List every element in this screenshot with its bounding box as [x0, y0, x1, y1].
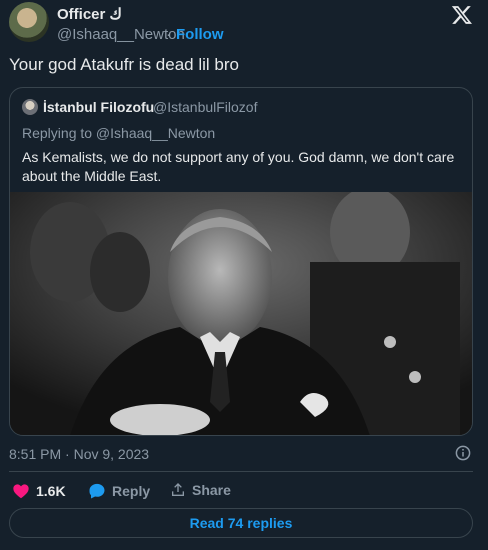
- share-icon: [172, 483, 184, 496]
- quoted-tweet-photo[interactable]: [10, 192, 472, 436]
- reply-bubble-icon: [89, 483, 105, 499]
- quoted-tweet-card[interactable]: İstanbul Filozofu @IstanbulFilozof Reply…: [9, 87, 473, 436]
- author-avatar[interactable]: [9, 2, 49, 42]
- heart-icon: [13, 484, 29, 499]
- quoted-author-avatar: [22, 99, 38, 115]
- tweet-text: Your god Atakufr is dead lil bro: [9, 55, 239, 74]
- author-name[interactable]: Officer ك: [57, 5, 122, 23]
- divider: [9, 471, 473, 472]
- like-count: 1.6K: [36, 483, 66, 499]
- quoted-author-name: İstanbul Filozofu: [43, 99, 155, 115]
- reply-button[interactable]: Reply: [88, 482, 150, 500]
- info-icon[interactable]: [455, 445, 471, 461]
- reply-label: Reply: [112, 483, 151, 499]
- tweet-timestamp[interactable]: 8:51 PM · Nov 9, 2023: [9, 446, 149, 462]
- follow-button[interactable]: Follow: [176, 26, 224, 43]
- share-label: Share: [192, 482, 231, 498]
- quoted-tweet-text: As Kemalists, we do not support any of y…: [22, 149, 455, 184]
- read-replies-button[interactable]: Read 74 replies: [9, 508, 473, 538]
- replying-to-label: Replying to @Ishaaq__Newton: [22, 125, 216, 141]
- separator-dot: ·: [166, 26, 171, 43]
- share-button[interactable]: Share: [170, 482, 231, 498]
- quoted-author-handle: @IstanbulFilozof: [153, 99, 258, 115]
- like-button[interactable]: 1.6K: [12, 482, 66, 500]
- x-logo-icon[interactable]: [451, 4, 473, 26]
